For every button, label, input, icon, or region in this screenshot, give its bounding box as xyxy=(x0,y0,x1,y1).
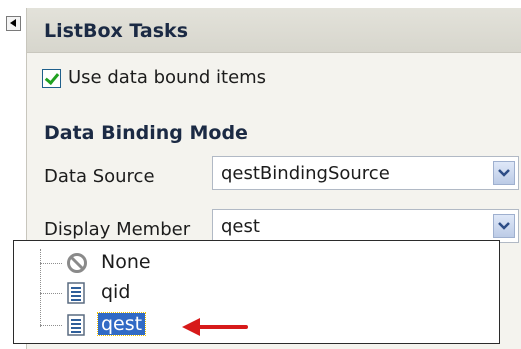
display-member-dropdown-list: None qid qest xyxy=(13,240,500,344)
tree-connector xyxy=(40,325,62,326)
chevron-down-icon xyxy=(498,169,510,177)
list-item-qid[interactable]: qid xyxy=(14,279,314,307)
display-member-combobox[interactable]: qest xyxy=(212,209,519,243)
field-icon xyxy=(67,282,85,304)
data-source-label: Data Source xyxy=(44,166,155,187)
list-item-none[interactable]: None xyxy=(14,249,314,277)
tree-connector xyxy=(40,293,62,294)
data-binding-mode-heading: Data Binding Mode xyxy=(44,122,248,144)
tree-connector xyxy=(40,263,62,264)
display-member-label: Display Member xyxy=(44,219,191,240)
data-source-value: qestBindingSource xyxy=(221,163,390,184)
none-icon xyxy=(67,253,87,273)
display-member-value: qest xyxy=(221,216,260,237)
panel-header: ListBox Tasks xyxy=(27,8,521,53)
list-item-label: qid xyxy=(101,281,131,303)
display-member-dropdown-button[interactable] xyxy=(493,214,515,238)
red-arrow-icon xyxy=(182,318,248,336)
list-item-label: qest xyxy=(96,312,147,336)
use-data-bound-items-label: Use data bound items xyxy=(68,67,267,88)
list-item-qest[interactable]: qest xyxy=(14,311,314,339)
data-source-combobox[interactable]: qestBindingSource xyxy=(212,156,519,190)
field-icon xyxy=(67,314,85,336)
list-item-label: None xyxy=(101,251,151,273)
use-data-bound-items-checkbox[interactable] xyxy=(42,69,61,88)
data-source-dropdown-button[interactable] xyxy=(493,161,515,185)
collapse-smart-tag-button[interactable] xyxy=(6,16,21,31)
panel-title: ListBox Tasks xyxy=(44,20,189,42)
chevron-down-icon xyxy=(498,222,510,230)
